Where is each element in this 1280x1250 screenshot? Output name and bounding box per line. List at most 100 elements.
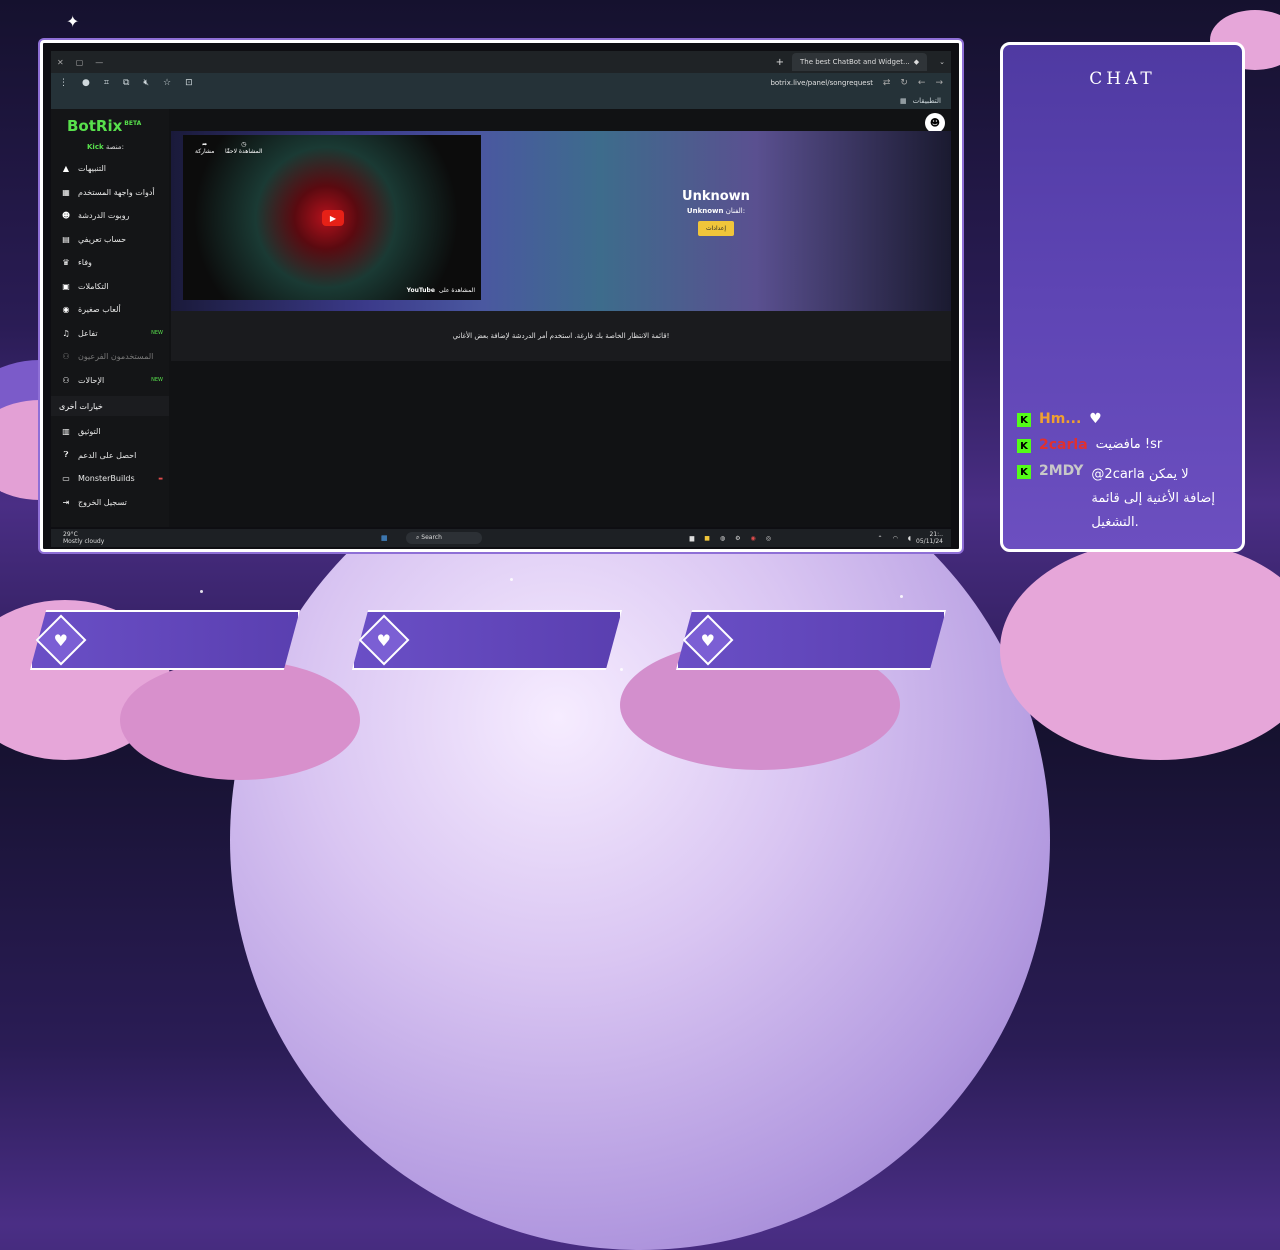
sidebar-item-docs[interactable]: ▥ التوثيق — [51, 420, 169, 444]
close-icon[interactable]: ✕ — [57, 58, 64, 67]
song-queue: قائمة الانتظار الخاصة بك فارغة. استخدم أ… — [171, 311, 951, 361]
section-other-options: خيارات أخرى — [51, 396, 169, 416]
youtube-player[interactable]: ➦ مشاركة ◷ المشاهدة لاحقًا ▶ YouTube المشاه… — [183, 135, 481, 300]
settings-icon[interactable]: ⚙ — [735, 535, 740, 542]
play-icon: ▶ — [329, 213, 337, 223]
sidebar-item-interaction[interactable]: ♫ تفاعل NEW — [51, 322, 169, 346]
share-label: مشاركة — [195, 148, 215, 155]
sidebar-item-logout[interactable]: ⇥ تسجيل الخروج — [51, 491, 169, 515]
star-icon[interactable]: ☆ — [163, 78, 171, 88]
browser-tabbar: ✕ ▢ — + The best ChatBot and Widget... ◆… — [51, 51, 951, 73]
sidebar-item-monsterbuilds[interactable]: ▭ MonsterBuilds ▬ — [51, 467, 169, 491]
gamepad-icon: ◉ — [62, 305, 70, 315]
url-field[interactable]: botrix.live/panel/songrequest — [770, 79, 873, 87]
new-tab-icon[interactable]: + — [776, 57, 784, 68]
botrix-logo[interactable]: BotRix BETA — [67, 117, 141, 135]
sidebar-item-alerts[interactable]: ▲ التنبيهات — [51, 157, 169, 181]
obs-icon[interactable]: ◎ — [766, 535, 771, 542]
screenshot-icon[interactable]: ⊡ — [185, 78, 193, 88]
user-avatar[interactable]: ☻ — [925, 113, 945, 133]
chat-panel: CHAT K Hm... ♥ K 2carla مافضيت !sr K 2MD… — [1000, 42, 1245, 552]
sidebar-item-label: التوثيق — [78, 427, 101, 437]
settings-button[interactable]: إعدادات — [697, 221, 735, 236]
red-badge: ▬ — [158, 475, 163, 482]
wifi-icon[interactable]: ◠ — [893, 535, 898, 542]
apps-bookmark[interactable]: التطبيقات — [913, 97, 941, 105]
clock[interactable]: 21:.. 05/11/24 — [916, 531, 943, 545]
sidebar-item-support[interactable]: ❓︎ احصل على الدعم — [51, 444, 169, 468]
extension-icon[interactable]: ⌗ — [104, 78, 109, 88]
emote-icon: ♥ — [1089, 411, 1102, 427]
minimize-icon[interactable]: — — [95, 58, 103, 67]
browser-tab[interactable]: The best ChatBot and Widget... ◆ — [791, 53, 928, 71]
extension-icons: ⋮ ● ⌗ ⧉ 🔇︎ ☆ ⊡ — [59, 78, 193, 88]
back-icon[interactable]: → — [935, 78, 943, 88]
kick-badge-icon: K — [1017, 413, 1031, 427]
profile-icon[interactable]: ● — [82, 78, 90, 88]
sidebar-item-referrals[interactable]: ⚇ الإحالات NEW — [51, 369, 169, 393]
sidebar-item-label: تفاعل — [78, 328, 98, 338]
sidebar-item-label: أدوات واجهة المستخدم — [78, 187, 155, 197]
weather-widget[interactable]: 29°C Mostly cloudy — [63, 531, 104, 545]
cloud — [120, 660, 360, 780]
artist-name: Unknown — [686, 207, 724, 215]
reload-icon[interactable]: ↻ — [900, 78, 908, 88]
stream-frame: ✕ ▢ — + The best ChatBot and Widget... ◆… — [40, 40, 962, 552]
id-card-icon: ▤ — [62, 234, 70, 244]
logout-icon: ⇥ — [62, 497, 70, 507]
play-button[interactable]: ▶ — [322, 210, 344, 226]
windows-start-icon[interactable]: ▦ — [381, 534, 388, 542]
platform-label: Kick منصة: — [87, 143, 124, 151]
nav-buttons: ⇄ ↻ ← → — [883, 78, 943, 88]
artist-line: Unknown الفنان: — [641, 207, 791, 215]
chevron-up-icon[interactable]: ⌃ — [878, 535, 883, 542]
share-control[interactable]: ➦ مشاركة — [195, 141, 214, 155]
chat-message: K 2carla مافضيت !sr — [1017, 437, 1162, 453]
sidebar-item-widgets[interactable]: ▦ أدوات واجهة المستخدم — [51, 181, 169, 205]
tune-icon[interactable]: ⇄ — [883, 78, 891, 88]
address-bar: ⋮ ● ⌗ ⧉ 🔇︎ ☆ ⊡ botrix.live/panel/songreq… — [51, 73, 951, 93]
sidebar-item-loyalty[interactable]: ♛ وفاء — [51, 251, 169, 275]
sidebar-item-chatbot[interactable]: ☻ روبوت الدردشة — [51, 204, 169, 228]
sidebar-item-label: روبوت الدردشة — [78, 211, 130, 221]
mute-icon[interactable]: 🔇︎ — [143, 78, 149, 88]
folder-icon[interactable]: ■ — [704, 535, 710, 542]
star — [620, 668, 623, 671]
sidebar-item-label: التكاملات — [78, 281, 109, 291]
platform-value: Kick — [87, 143, 104, 151]
now-playing-banner: ➦ مشاركة ◷ المشاهدة لاحقًا ▶ YouTube المشاه… — [171, 131, 951, 311]
sidebar-item-minigames[interactable]: ◉ ألعاب صغيرة — [51, 298, 169, 322]
music-icon: ♫ — [62, 328, 70, 338]
chat-message: K 2MDY @2carla لا يمكن إضافة الأغنية إلى… — [1017, 463, 1235, 535]
taskbar-search[interactable]: ⌕ Search — [406, 532, 482, 544]
watch-later-control[interactable]: ◷ المشاهدة لاحقًا — [225, 141, 263, 155]
platform-caption: منصة: — [105, 143, 124, 151]
share-icon: ➦ — [202, 141, 208, 148]
puzzle-icon[interactable]: ⧉ — [123, 78, 129, 88]
sidebar-item-profile[interactable]: ▤ حساب تعريفي — [51, 228, 169, 252]
heart-icon: ♥ — [700, 630, 716, 650]
new-badge: NEW — [151, 377, 163, 384]
search-icon: ⌕ — [416, 534, 420, 541]
warning-icon: ▲ — [62, 164, 70, 174]
chrome-icon[interactable]: ◉ — [751, 535, 756, 542]
discord-icon[interactable]: ◍ — [720, 535, 725, 542]
forward-icon[interactable]: ← — [918, 78, 926, 88]
volume-icon[interactable]: ◖ — [908, 535, 911, 542]
new-badge: NEW — [151, 330, 163, 337]
watch-on-youtube[interactable]: YouTube المشاهدة على — [407, 287, 475, 294]
windows-taskbar: 29°C Mostly cloudy ▦ ⌕ Search ▆ ■ ◍ ⚙ ◉ ◎… — [51, 529, 951, 547]
botrix-app: BotRix BETA Kick منصة: ▲ التنبيهات ▦ أدوات … — [51, 109, 951, 527]
maximize-icon[interactable]: ▢ — [76, 58, 84, 67]
trophy-icon: ♛ — [62, 258, 70, 268]
explorer-icon[interactable]: ▆ — [690, 535, 695, 542]
chevron-down-icon[interactable]: ⌄ — [939, 58, 945, 66]
chat-username: Hm... — [1039, 411, 1082, 427]
menu-dots-icon[interactable]: ⋮ — [59, 78, 68, 88]
apps-grid-icon[interactable]: ▦ — [900, 97, 907, 105]
system-tray: ⌃ ◠ ◖ — [878, 535, 911, 542]
sidebar: BotRix BETA Kick منصة: ▲ التنبيهات ▦ أدوات … — [51, 109, 169, 527]
sidebar-item-integrations[interactable]: ▣ التكاملات — [51, 275, 169, 299]
sidebar-item-subusers[interactable]: ⚇ المستخدمون الفرعيون — [51, 345, 169, 369]
sidebar-item-label: المستخدمون الفرعيون — [78, 352, 154, 362]
